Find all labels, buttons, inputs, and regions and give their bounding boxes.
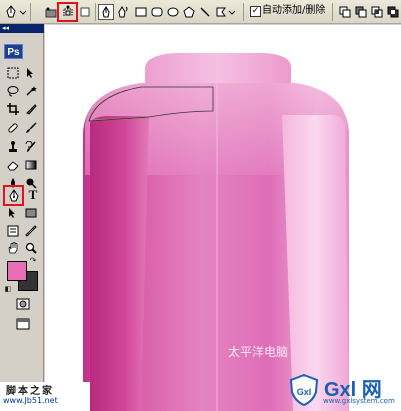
left-watermark-url: www.Jb51.net <box>3 396 58 405</box>
custom-shape-icon[interactable] <box>214 4 238 20</box>
pen-icon[interactable] <box>98 4 114 20</box>
combine-subtract-icon[interactable] <box>354 4 368 20</box>
rectangle-icon[interactable] <box>134 4 148 20</box>
auto-add-delete-checkbox[interactable]: ✓ <box>250 6 261 17</box>
freeform-pen-icon[interactable] <box>116 4 130 20</box>
options-bar: ✓ 自动添加/删除 <box>0 0 401 24</box>
crop-tool-icon[interactable] <box>5 101 21 117</box>
type-tool-icon[interactable]: T <box>25 187 41 203</box>
magic-wand-icon[interactable] <box>23 83 39 99</box>
healing-brush-icon[interactable] <box>5 120 21 136</box>
polygon-icon[interactable] <box>182 4 196 20</box>
combine-add-icon[interactable] <box>338 4 352 20</box>
default-colors-icon[interactable]: ◧ <box>3 284 13 294</box>
left-watermark-title: 脚本之家 <box>6 386 54 397</box>
separator <box>243 3 244 21</box>
photoshop-logo[interactable]: Ps <box>4 44 23 59</box>
auto-add-delete-label: 自动添加/删除 <box>262 5 326 16</box>
foreground-color-swatch[interactable] <box>7 261 27 281</box>
right-watermark-url: www.gxlsystem.com <box>323 397 395 405</box>
gradient-tool-icon[interactable] <box>23 157 39 173</box>
combine-intersect-icon[interactable] <box>370 4 384 20</box>
path-selection-icon[interactable] <box>5 205 21 221</box>
pen-tool-preset-icon[interactable] <box>4 4 28 20</box>
combine-exclude-icon[interactable] <box>386 4 400 20</box>
svg-text:Gxl: Gxl <box>297 387 312 397</box>
quick-mask-icon[interactable] <box>14 296 32 312</box>
shape-layers-icon[interactable] <box>44 4 58 20</box>
shape-tool-icon[interactable] <box>23 205 39 221</box>
line-icon[interactable] <box>198 4 212 20</box>
bottle-artwork <box>83 53 349 411</box>
separator <box>332 3 333 21</box>
clone-stamp-icon[interactable] <box>5 139 21 155</box>
fill-pixels-icon[interactable] <box>79 4 91 20</box>
eyedropper-icon[interactable] <box>23 223 39 239</box>
lasso-tool-icon[interactable] <box>5 83 21 99</box>
hand-tool-icon[interactable] <box>5 240 21 256</box>
pen-tool-highlight <box>3 185 24 206</box>
ellipse-icon[interactable] <box>166 4 180 20</box>
brush-tool-icon[interactable] <box>23 120 39 136</box>
move-tool-icon[interactable] <box>23 65 39 81</box>
marquee-tool-icon[interactable] <box>5 65 21 81</box>
history-brush-icon[interactable] <box>23 139 39 155</box>
separator <box>30 3 31 21</box>
paths-mode-highlight <box>57 2 78 22</box>
toolbox-header[interactable]: ◂◂ <box>0 24 44 33</box>
canvas-watermark-text: 太平洋电脑 <box>228 345 289 359</box>
eraser-tool-icon[interactable] <box>5 157 21 173</box>
swap-colors-icon[interactable]: ↷ <box>28 256 38 266</box>
slice-tool-icon[interactable] <box>23 101 39 117</box>
document-canvas[interactable]: 太平洋电脑 <box>45 25 401 411</box>
notes-tool-icon[interactable] <box>5 223 21 239</box>
gxl-shield-icon: Gxl <box>289 374 319 406</box>
separator <box>95 3 96 21</box>
screen-mode-icon[interactable] <box>14 316 32 332</box>
rounded-rectangle-icon[interactable] <box>150 4 164 20</box>
